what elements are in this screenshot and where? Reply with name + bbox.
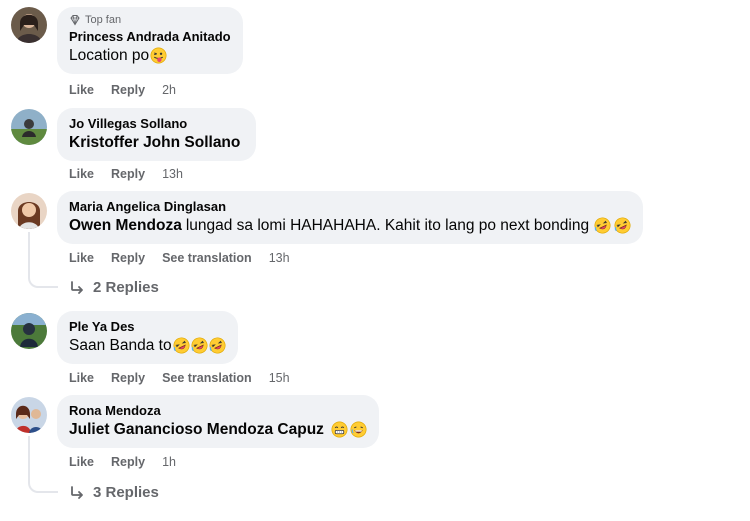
- replies-count[interactable]: 2 Replies: [93, 279, 159, 296]
- rofl-emoji-icon: [614, 217, 631, 234]
- comment-author[interactable]: Rona Mendoza: [69, 402, 367, 419]
- comment-text: Juliet Ganancioso Mendoza Capuz: [69, 419, 367, 440]
- like-button[interactable]: Like: [69, 455, 94, 469]
- avatar[interactable]: [11, 109, 47, 145]
- comment-actions: Like Reply 1h: [69, 455, 176, 469]
- comment-author[interactable]: Ple Ya Des: [69, 318, 226, 335]
- diamond-icon: [70, 15, 80, 26]
- timestamp[interactable]: 2h: [162, 83, 176, 97]
- comment-body: Location po: [69, 47, 150, 64]
- comment-author[interactable]: Princess Andrada Anitado: [69, 28, 231, 45]
- timestamp[interactable]: 1h: [162, 455, 176, 469]
- comment-text: Owen Mendoza lungad sa lomi HAHAHAHA. Ka…: [69, 215, 631, 236]
- avatar[interactable]: [11, 193, 47, 229]
- reply-button[interactable]: Reply: [111, 83, 145, 97]
- see-translation-button[interactable]: See translation: [162, 251, 252, 265]
- top-fan-badge: Top fan: [69, 14, 231, 26]
- view-replies-button[interactable]: 2 Replies: [69, 279, 159, 296]
- tongue-emoji-icon: [150, 47, 167, 64]
- reply-arrow-icon: [71, 485, 83, 499]
- comment-actions: Like Reply 2h: [69, 83, 176, 97]
- mention-tag[interactable]: Juliet Ganancioso Mendoza Capuz: [69, 419, 324, 440]
- like-button[interactable]: Like: [69, 83, 94, 97]
- mention-tag[interactable]: Kristoffer John Sollano: [69, 132, 240, 153]
- comment-bubble: Top fan Princess Andrada Anitado Locatio…: [57, 7, 243, 74]
- comment-actions: Like Reply See translation 13h: [69, 251, 290, 265]
- rofl-emoji-icon: [594, 217, 611, 234]
- avatar[interactable]: [11, 397, 47, 433]
- comment-text: Kristoffer John Sollano: [69, 132, 244, 153]
- reply-arrow-icon: [71, 280, 83, 294]
- thread-hook: [28, 479, 58, 493]
- grin-emoji-icon: [331, 421, 348, 438]
- reply-button[interactable]: Reply: [111, 455, 145, 469]
- rofl-emoji-icon: [191, 337, 208, 354]
- like-button[interactable]: Like: [69, 167, 94, 181]
- badge-label: Top fan: [85, 14, 122, 26]
- comment-actions: Like Reply See translation 15h: [69, 371, 290, 385]
- view-replies-button[interactable]: 3 Replies: [69, 484, 159, 501]
- like-button[interactable]: Like: [69, 251, 94, 265]
- avatar[interactable]: [11, 313, 47, 349]
- like-button[interactable]: Like: [69, 371, 94, 385]
- avatar[interactable]: [11, 7, 47, 43]
- rofl-emoji-icon: [173, 337, 190, 354]
- comment-author[interactable]: Maria Angelica Dinglasan: [69, 198, 631, 215]
- comment-bubble: Rona Mendoza Juliet Ganancioso Mendoza C…: [57, 395, 379, 448]
- replies-count[interactable]: 3 Replies: [93, 484, 159, 501]
- thread-hook: [28, 274, 58, 288]
- comment-text: Saan Banda to: [69, 335, 226, 356]
- thread-line: [28, 232, 30, 274]
- laugh-emoji-icon: [350, 421, 367, 438]
- comment-bubble: Jo Villegas Sollano Kristoffer John Soll…: [57, 108, 257, 161]
- comment-text: Location po: [69, 45, 231, 66]
- comment-body: Saan Banda to: [69, 337, 172, 354]
- reply-button[interactable]: Reply: [111, 251, 145, 265]
- mention-tag[interactable]: Owen Mendoza: [69, 215, 182, 236]
- reply-button[interactable]: Reply: [111, 371, 145, 385]
- timestamp[interactable]: 13h: [269, 251, 290, 265]
- reply-button[interactable]: Reply: [111, 167, 145, 181]
- timestamp[interactable]: 15h: [269, 371, 290, 385]
- thread-line: [28, 436, 30, 479]
- rofl-emoji-icon: [209, 337, 226, 354]
- comment-bubble: Ple Ya Des Saan Banda to: [57, 311, 238, 364]
- comment-body: lungad sa lomi HAHAHAHA. Kahit ito lang …: [185, 217, 590, 234]
- comment-actions: Like Reply 13h: [69, 167, 183, 181]
- timestamp[interactable]: 13h: [162, 167, 183, 181]
- see-translation-button[interactable]: See translation: [162, 371, 252, 385]
- comment-author[interactable]: Jo Villegas Sollano: [69, 115, 244, 132]
- comment-bubble: Maria Angelica Dinglasan Owen Mendoza lu…: [57, 191, 644, 244]
